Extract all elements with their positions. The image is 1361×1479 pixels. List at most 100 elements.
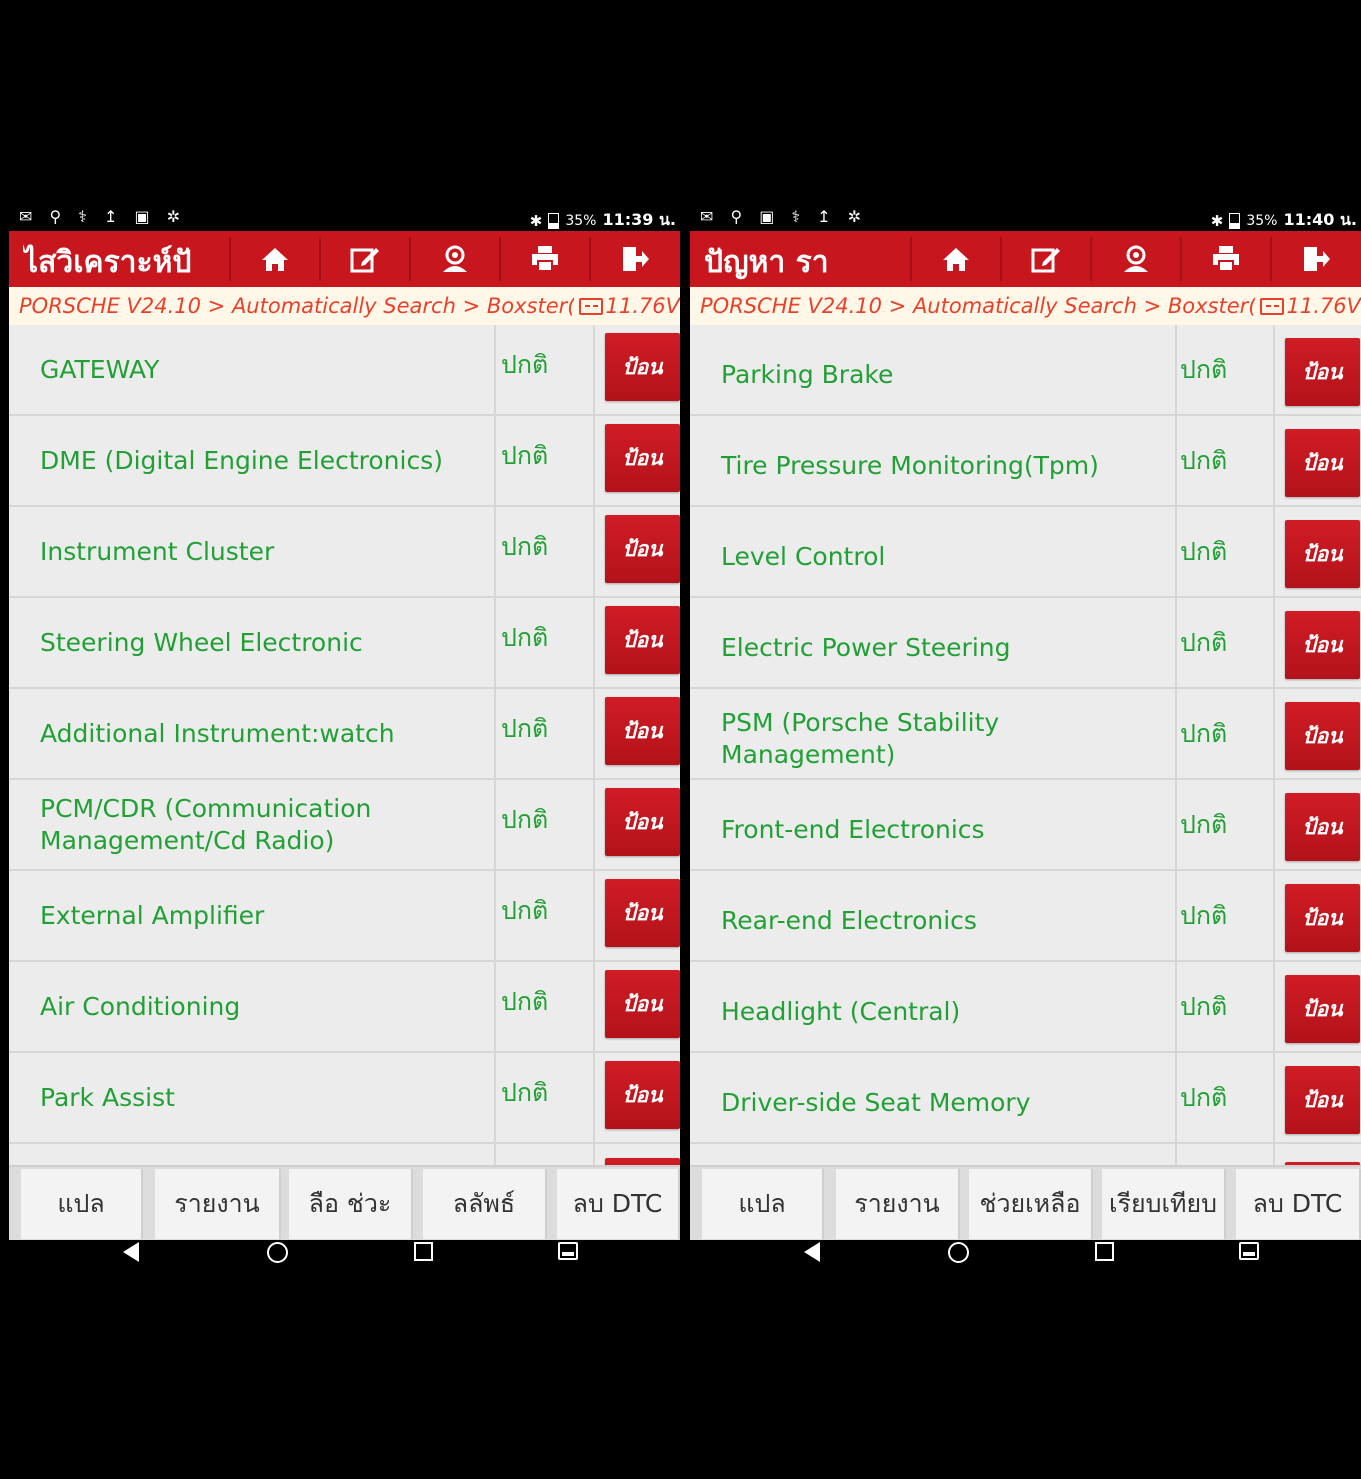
exit-icon bbox=[1304, 247, 1330, 271]
enter-button[interactable]: ป้อน bbox=[605, 1061, 680, 1129]
status-label: ปกติ bbox=[1180, 810, 1228, 839]
enter-button[interactable]: ป้อน bbox=[1285, 338, 1360, 406]
bottom-action-bar: แปล รายงาน ลือ ช่วะ ลลัพธ์ ลบ DTC bbox=[9, 1165, 680, 1242]
toolbar: ปัญหา รา bbox=[690, 231, 1361, 287]
home-circle-icon[interactable] bbox=[267, 1242, 288, 1263]
system-name: Electric Power Steering bbox=[721, 632, 1011, 662]
enter-button[interactable]: ป้อน bbox=[1285, 611, 1360, 679]
battery-icon bbox=[1229, 212, 1241, 229]
column-divider bbox=[593, 962, 595, 1051]
column-divider bbox=[1175, 325, 1177, 414]
battery-icon bbox=[548, 212, 560, 229]
edit-icon bbox=[1031, 248, 1060, 273]
user-icon bbox=[443, 245, 467, 272]
enter-button[interactable]: ป้อน bbox=[1285, 702, 1360, 770]
recent-apps-icon[interactable] bbox=[414, 1242, 433, 1261]
system-name: PSM (Porsche Stability Management) bbox=[721, 707, 1000, 769]
column-divider bbox=[1175, 598, 1177, 687]
voltage-display: 11.76V bbox=[1259, 287, 1361, 325]
list-item: Park Assist ปกติ ป้อน bbox=[9, 1053, 680, 1144]
result-button[interactable]: ลลัพธ์ bbox=[423, 1169, 547, 1239]
enter-button[interactable]: ป้อน bbox=[605, 606, 680, 674]
column-divider bbox=[1175, 1053, 1177, 1142]
enter-button[interactable]: ป้อน bbox=[605, 879, 680, 947]
enter-button[interactable]: ป้อน bbox=[1285, 975, 1360, 1043]
page-title: ปัญหา รา bbox=[704, 245, 829, 280]
enter-button[interactable]: ป้อน bbox=[605, 333, 680, 401]
enter-button[interactable]: ป้อน bbox=[605, 515, 680, 583]
list-item: Additional Instrument:watch ปกติ ป้อน bbox=[9, 689, 680, 780]
exit-button[interactable] bbox=[1270, 237, 1360, 281]
list-item: DME (Digital Engine Electronics) ปกติ ป้… bbox=[9, 416, 680, 507]
print-icon bbox=[532, 246, 558, 272]
notification-icons: ✉ ⚲ ⚕ ↥ ▣ ✲ bbox=[19, 207, 187, 226]
column-divider bbox=[593, 416, 595, 505]
exit-button[interactable] bbox=[589, 237, 679, 281]
enter-button[interactable]: ป้อน bbox=[605, 788, 680, 856]
bottom-action-bar: แปล รายงาน ช่วยเหลือ เรียบเทียบ ลบ DTC bbox=[690, 1165, 1361, 1242]
screenshot-icon[interactable] bbox=[558, 1242, 578, 1260]
help-button[interactable]: ช่วยเหลือ bbox=[969, 1169, 1093, 1239]
system-name: Additional Instrument:watch bbox=[40, 718, 395, 748]
column-divider bbox=[1273, 416, 1275, 505]
compare-button[interactable]: เรียบเทียบ bbox=[1102, 1169, 1226, 1239]
enter-button[interactable]: ป้อน bbox=[1285, 429, 1360, 497]
translate-button[interactable]: แปล bbox=[21, 1169, 143, 1239]
column-divider bbox=[593, 689, 595, 778]
system-name: Rear-end Electronics bbox=[721, 905, 977, 935]
enter-button[interactable]: ป้อน bbox=[1285, 793, 1360, 861]
list-item: Instrument Cluster ปกติ ป้อน bbox=[9, 507, 680, 598]
column-divider bbox=[1273, 962, 1275, 1051]
report-button[interactable]: รายงาน bbox=[155, 1169, 281, 1239]
list-item: Steering Wheel Electronic ปกติ ป้อน bbox=[9, 598, 680, 689]
enter-button[interactable]: ป้อน bbox=[605, 424, 680, 492]
column-divider bbox=[494, 871, 496, 960]
screenshot-icon[interactable] bbox=[1239, 1242, 1259, 1260]
enter-button[interactable]: ป้อน bbox=[1285, 520, 1360, 588]
battery-voltage-icon bbox=[1259, 297, 1284, 315]
list-item: Electric Power Steering ปกติ ป้อน bbox=[690, 598, 1361, 689]
list-item: Parking Brake ปกติ ป้อน bbox=[690, 325, 1361, 416]
system-name: Park Assist bbox=[40, 1082, 175, 1112]
help-button[interactable]: ลือ ช่วะ bbox=[289, 1169, 413, 1239]
status-label: ปกติ bbox=[501, 532, 549, 561]
home-button[interactable] bbox=[910, 237, 1000, 281]
user-button[interactable] bbox=[1090, 237, 1180, 281]
recent-apps-icon[interactable] bbox=[1095, 1242, 1114, 1261]
column-divider bbox=[593, 598, 595, 687]
print-button[interactable] bbox=[1180, 237, 1270, 281]
column-divider bbox=[593, 325, 595, 414]
clear-dtc-button[interactable]: ลบ DTC bbox=[1236, 1169, 1361, 1239]
home-circle-icon[interactable] bbox=[948, 1242, 969, 1263]
clear-dtc-button[interactable]: ลบ DTC bbox=[557, 1169, 680, 1239]
system-name: DME (Digital Engine Electronics) bbox=[40, 445, 443, 475]
column-divider bbox=[1175, 689, 1177, 778]
right-screen: ✉ ⚲ ▣ ⚕ ↥ ✲ ✱ 35% 11:40 น. ปัญหา รา PORS… bbox=[690, 203, 1361, 1263]
translate-button[interactable]: แปล bbox=[702, 1169, 824, 1239]
battery-percent: 35% bbox=[1246, 212, 1278, 229]
edit-button[interactable] bbox=[319, 237, 409, 281]
column-divider bbox=[1273, 871, 1275, 960]
status-label: ปกติ bbox=[501, 1078, 549, 1107]
notification-icons: ✉ ⚲ ▣ ⚕ ↥ ✲ bbox=[700, 207, 868, 226]
system-name: Parking Brake bbox=[721, 359, 894, 389]
list-item: GATEWAY ปกติ ป้อน bbox=[9, 325, 680, 416]
back-icon[interactable] bbox=[804, 1242, 820, 1262]
enter-button[interactable]: ป้อน bbox=[1285, 884, 1360, 952]
home-button[interactable] bbox=[229, 237, 319, 281]
column-divider bbox=[1273, 598, 1275, 687]
print-button[interactable] bbox=[499, 237, 589, 281]
column-divider bbox=[1175, 507, 1177, 596]
column-divider bbox=[1175, 871, 1177, 960]
column-divider bbox=[593, 871, 595, 960]
user-button[interactable] bbox=[409, 237, 499, 281]
system-name: External Amplifier bbox=[40, 900, 265, 930]
back-icon[interactable] bbox=[123, 1242, 139, 1262]
report-button[interactable]: รายงาน bbox=[836, 1169, 960, 1239]
enter-button[interactable]: ป้อน bbox=[605, 697, 680, 765]
page-title: ไสวิเคราะห์ปั bbox=[23, 245, 192, 280]
enter-button[interactable]: ป้อน bbox=[605, 970, 680, 1038]
enter-button[interactable]: ป้อน bbox=[1285, 1066, 1360, 1134]
edit-button[interactable] bbox=[1000, 237, 1090, 281]
column-divider bbox=[1273, 507, 1275, 596]
